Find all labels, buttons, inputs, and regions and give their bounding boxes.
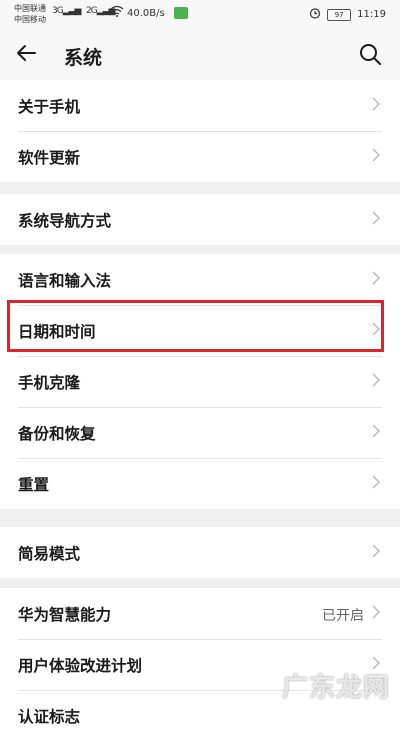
- carrier-info: 中国联通 中国移动: [14, 3, 46, 25]
- back-button[interactable]: [14, 41, 44, 69]
- settings-group-2: 系统导航方式: [0, 194, 400, 245]
- settings-item-label: 认证标志: [18, 708, 81, 726]
- settings-group-1: 关于手机 软件更新: [0, 80, 400, 182]
- settings-item-huawei-ai[interactable]: 华为智慧能力 已开启: [0, 588, 400, 639]
- watermark: 广东龙网: [281, 673, 390, 703]
- network-type-2: 2G: [86, 6, 98, 16]
- chevron-right-icon: [372, 271, 380, 285]
- settings-item-simple-mode[interactable]: 简易模式: [0, 527, 400, 578]
- carrier-2: 中国移动: [14, 15, 46, 24]
- settings-item-reset[interactable]: 重置: [0, 458, 400, 509]
- chevron-right-icon: [372, 605, 380, 619]
- chevron-right-icon: [372, 475, 380, 489]
- network-speed: 40.0B/s: [127, 8, 165, 19]
- alarm-icon: [309, 7, 321, 22]
- settings-item-label: 重置: [18, 476, 50, 494]
- settings-item-language-input[interactable]: 语言和输入法: [0, 254, 400, 305]
- settings-item-label: 手机克隆: [18, 374, 81, 392]
- settings-item-label: 系统导航方式: [18, 212, 112, 230]
- network-type-1: 3G: [52, 6, 64, 16]
- settings-item-label: 备份和恢复: [18, 425, 96, 443]
- chevron-right-icon: [372, 424, 380, 438]
- chevron-right-icon: [372, 97, 380, 111]
- carrier-1: 中国联通: [14, 4, 46, 13]
- settings-item-navigation-mode[interactable]: 系统导航方式: [0, 194, 400, 245]
- settings-item-label: 语言和输入法: [18, 272, 112, 290]
- back-arrow-icon: [17, 45, 36, 61]
- search-button[interactable]: [358, 42, 382, 66]
- settings-item-label: 关于手机: [18, 98, 81, 116]
- page-title: 系统: [64, 47, 103, 69]
- message-notification-icon: [174, 7, 188, 19]
- settings-item-label: 软件更新: [18, 149, 81, 167]
- settings-group-3: 语言和输入法 日期和时间 手机克隆 备份和恢复 重置: [0, 254, 400, 509]
- status-bar: 中国联通 中国移动 3G▂▃▅ 2G▂▃▅ 40.0B/s 97 11:19: [0, 0, 400, 30]
- settings-group-5: 华为智慧能力 已开启 用户体验改进计划 认证标志: [0, 588, 400, 741]
- chevron-right-icon: [372, 544, 380, 558]
- settings-item-software-update[interactable]: 软件更新: [0, 131, 400, 182]
- clock: 11:19: [357, 9, 386, 20]
- settings-item-phone-clone[interactable]: 手机克隆: [0, 356, 400, 407]
- settings-item-about-phone[interactable]: 关于手机: [0, 80, 400, 131]
- highlight-box: [7, 300, 384, 352]
- chevron-right-icon: [372, 373, 380, 387]
- search-icon: [360, 44, 381, 65]
- battery-level: 97: [334, 10, 344, 19]
- wifi-icon: [110, 5, 124, 20]
- battery-icon: 97: [327, 8, 352, 21]
- settings-item-backup-restore[interactable]: 备份和恢复: [0, 407, 400, 458]
- settings-item-label: 用户体验改进计划: [18, 657, 143, 675]
- settings-item-label: 华为智慧能力: [18, 606, 112, 624]
- chevron-right-icon: [372, 211, 380, 225]
- app-bar: 系统: [0, 30, 400, 80]
- signal-icon: 3G▂▃▅: [52, 6, 81, 16]
- settings-group-4: 简易模式: [0, 527, 400, 578]
- settings-item-value: 已开启: [322, 608, 364, 624]
- settings-item-label: 简易模式: [18, 545, 81, 563]
- chevron-right-icon: [372, 148, 380, 162]
